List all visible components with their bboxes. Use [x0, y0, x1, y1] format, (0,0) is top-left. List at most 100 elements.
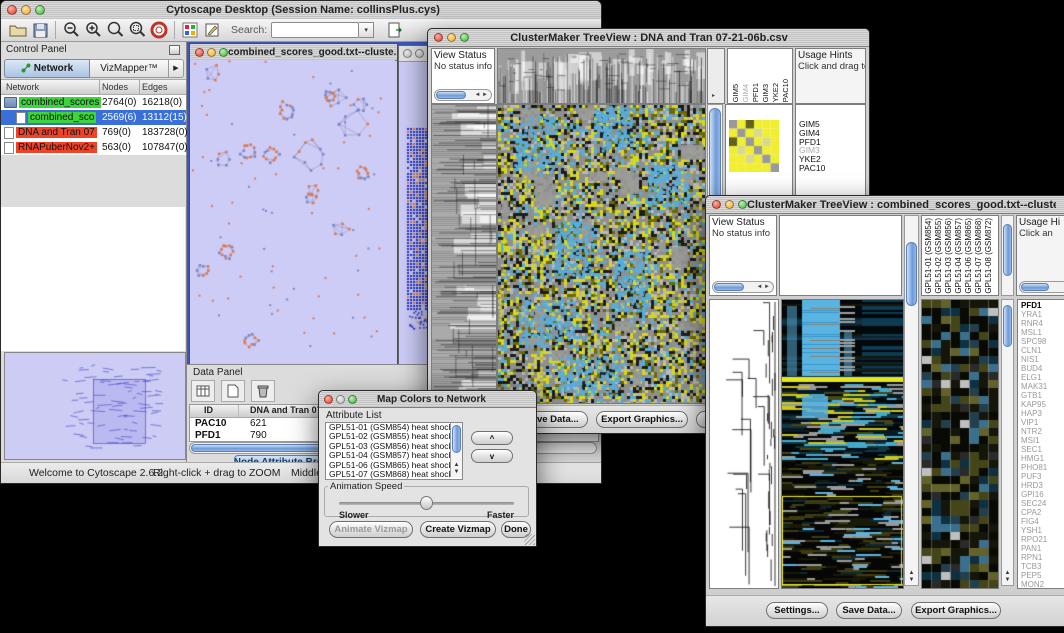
annotation-icon[interactable]: [201, 20, 223, 40]
column-label[interactable]: GPL51-07 (GSM868): [974, 218, 983, 294]
network-canvas[interactable]: [190, 60, 395, 364]
tab-overflow-arrow[interactable]: ▶: [169, 59, 184, 78]
close-button[interactable]: [324, 395, 333, 404]
close-button[interactable]: [712, 200, 721, 209]
treeview2-titlebar[interactable]: ClusterMaker TreeView : combined_scores_…: [706, 196, 1064, 214]
gene-label[interactable]: HMG1: [1021, 454, 1064, 463]
zoom-selected-icon[interactable]: [126, 20, 148, 40]
gene-label[interactable]: PHO81: [1021, 463, 1064, 472]
tv1-row-dendrogram[interactable]: [431, 104, 497, 404]
gene-label[interactable]: GTB1: [1021, 391, 1064, 400]
zoom-out-icon[interactable]: [60, 20, 82, 40]
gene-label[interactable]: YRA1: [1021, 310, 1064, 319]
tv2-zoom-view[interactable]: [921, 299, 999, 589]
gene-label[interactable]: MSL1: [1021, 328, 1064, 337]
gene-label[interactable]: YSH1: [1021, 526, 1064, 535]
network-list-row[interactable]: combined_scores2764(0)16218(0): [1, 95, 186, 110]
tv2-global-vscrollbar[interactable]: ▲▼: [904, 215, 919, 586]
gene-label[interactable]: KAP95: [1021, 400, 1064, 409]
zoom-button[interactable]: [460, 33, 469, 42]
gene-label[interactable]: HRD3: [1021, 481, 1064, 490]
zoom-button[interactable]: [738, 200, 747, 209]
save-session-button[interactable]: [29, 20, 51, 40]
gene-label[interactable]: PUF3: [1021, 472, 1064, 481]
scroll-arrows[interactable]: ▲▼: [451, 462, 462, 476]
tv1-status-scrollbar[interactable]: ◄ ►: [434, 89, 492, 101]
zoom-button[interactable]: [348, 395, 357, 404]
slider-thumb[interactable]: [420, 496, 433, 510]
animate-vizmap-button[interactable]: Animate Vizmap: [329, 521, 413, 538]
close-button[interactable]: [403, 49, 412, 58]
gene-label[interactable]: PFD1: [1021, 301, 1064, 310]
attribute-list-item[interactable]: GPL51-07 (GSM868) heat shock 60 min: [326, 470, 462, 479]
column-header-id[interactable]: ID: [204, 405, 213, 415]
zoom-button[interactable]: [35, 5, 45, 15]
tv2-column-labels-panel[interactable]: GPL51-01 (GSM854)GPL51-02 (GSM855)GPL51-…: [921, 215, 999, 296]
scroll-arrows[interactable]: ◄ ►: [756, 284, 773, 290]
minimize-button[interactable]: [447, 33, 456, 42]
column-label[interactable]: PFD1: [751, 83, 760, 102]
tv1-row1-scroll-strip[interactable]: ▸: [707, 48, 725, 104]
attribute-listbox[interactable]: GPL51-01 (GSM854) heat shock 05 minGPL51…: [325, 422, 463, 480]
tv1-mini-heatmap[interactable]: [729, 120, 779, 172]
tv2-column-dendrogram[interactable]: [779, 215, 902, 296]
gene-label[interactable]: RPN1: [1021, 553, 1064, 562]
network-list-row[interactable]: RNAPuberNov2+563(0)107847(0): [1, 140, 186, 155]
gene-label[interactable]: PEP5: [1021, 571, 1064, 580]
gene-label[interactable]: PAC10: [799, 164, 825, 173]
gene-label[interactable]: SEC1: [1021, 445, 1064, 454]
gene-label[interactable]: CLN1: [1021, 346, 1064, 355]
export-graphics-button[interactable]: Export Graphics...: [911, 602, 1001, 619]
gene-label[interactable]: GPI16: [1021, 490, 1064, 499]
gene-label[interactable]: CPA2: [1021, 508, 1064, 517]
gene-label[interactable]: MON2: [1021, 580, 1064, 589]
tv2-zoom-vscrollbar[interactable]: ▲▼: [1001, 299, 1014, 586]
minimize-button[interactable]: [207, 48, 216, 57]
move-up-button[interactable]: ^: [471, 431, 513, 445]
gene-label[interactable]: HAP3: [1021, 409, 1064, 418]
dialog-titlebar[interactable]: Map Colors to Network: [319, 391, 536, 408]
column-label[interactable]: GIM4: [741, 84, 750, 102]
resize-grip[interactable]: [524, 534, 535, 545]
gene-label[interactable]: SPC98: [1021, 337, 1064, 346]
gene-label[interactable]: SEC24: [1021, 499, 1064, 508]
zoom-in-icon[interactable]: [82, 20, 104, 40]
column-label[interactable]: YKE2: [771, 83, 780, 102]
minimize-button[interactable]: [336, 395, 345, 404]
minimize-button[interactable]: [21, 5, 31, 15]
tv1-heatmap[interactable]: [497, 104, 706, 404]
settings-button[interactable]: Settings...: [766, 602, 828, 619]
scroll-arrows[interactable]: ◄ ►: [474, 92, 491, 98]
gene-label[interactable]: PAN1: [1021, 544, 1064, 553]
column-label[interactable]: PAC10: [781, 79, 790, 102]
column-label[interactable]: GPL51-08 (GSM872): [984, 218, 993, 294]
gene-label[interactable]: TCB3: [1021, 562, 1064, 571]
gene-label[interactable]: RNR4: [1021, 319, 1064, 328]
tab-network[interactable]: Network: [4, 59, 90, 78]
column-label[interactable]: GIM5: [731, 84, 740, 102]
gene-label[interactable]: MSI1: [1021, 436, 1064, 445]
network-list-row[interactable]: DNA and Tran 07769(0)183728(0): [1, 125, 186, 140]
tv2-row-dendrogram[interactable]: [709, 299, 779, 589]
tv2-usage-scrollbar[interactable]: [1019, 281, 1064, 293]
open-session-button[interactable]: [7, 20, 29, 40]
close-button[interactable]: [195, 48, 204, 57]
move-down-button[interactable]: v: [471, 449, 513, 463]
new-attribute-icon[interactable]: [221, 380, 245, 402]
gene-label[interactable]: FIG4: [1021, 517, 1064, 526]
close-button[interactable]: [434, 33, 443, 42]
speed-slider[interactable]: [339, 502, 514, 505]
column-label[interactable]: GPL51-01 (GSM854): [924, 218, 933, 294]
column-label[interactable]: GIM3: [761, 84, 770, 102]
tv2-gene-labels-panel[interactable]: PFD1YRA1RNR4MSL1SPC98CLN1NIS1BUD4ELG1MAK…: [1017, 299, 1064, 589]
search-input[interactable]: [271, 22, 359, 38]
vizmapper-icon[interactable]: [179, 20, 201, 40]
zoom-fit-icon[interactable]: [104, 20, 126, 40]
scroll-arrows[interactable]: ▲▼: [905, 570, 918, 584]
gene-label[interactable]: NTR2: [1021, 427, 1064, 436]
scroll-arrows[interactable]: ▲▼: [1002, 570, 1013, 584]
minimize-button[interactable]: [415, 49, 424, 58]
birdseye-view[interactable]: [4, 352, 186, 460]
zoom-button[interactable]: [219, 48, 228, 57]
create-vizmap-button[interactable]: Create Vizmap: [420, 521, 496, 538]
